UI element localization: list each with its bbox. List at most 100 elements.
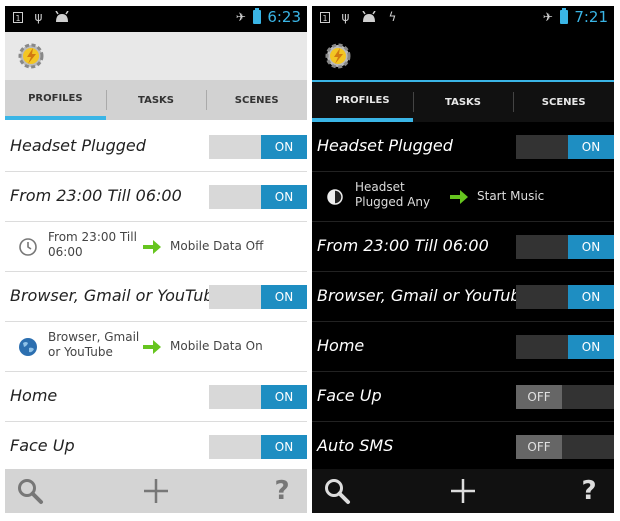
tab-profiles[interactable]: PROFILES [5,80,106,120]
task-label: Mobile Data On [170,339,263,353]
usb-icon: ψ [34,10,43,24]
arrow-right-icon [143,340,161,354]
battery-icon [560,8,569,24]
phone-dark-theme: 1 ψ ϟ ✈ 7:21 PROFILES TASKS SCENES Heads… [312,6,614,513]
airplane-icon: ✈ [542,10,553,24]
notification-count-icon: 1 [13,11,23,23]
task-label: Mobile Data Off [170,239,264,253]
context-label: From 23:00 Till 06:00 [48,230,137,259]
profile-toggle[interactable]: ON [209,185,307,209]
profile-name: Browser, Gmail or YouTube [10,286,224,305]
profile-row-browser[interactable]: Browser, Gmail or YouTube ON [5,272,307,322]
lightning-icon: ϟ [388,10,397,24]
search-icon[interactable] [322,476,352,506]
profile-toggle[interactable]: ON [516,235,614,259]
notification-count-icon: 1 [320,11,330,23]
profile-detail-browser[interactable]: Browser, Gmail or YouTube Mobile Data On [5,322,307,372]
arrow-right-icon [450,190,468,204]
profile-name: Auto SMS [317,436,394,455]
profile-row-time[interactable]: From 23:00 Till 06:00 ON [5,172,307,222]
profile-toggle[interactable]: ON [209,135,307,159]
context-label: Headset Plugged Any [355,180,431,209]
status-clock: 6:23 [267,8,301,26]
android-debug-icon [362,11,376,22]
profile-toggle[interactable]: ON [209,285,307,309]
profile-row-face-up[interactable]: Face Up ON [5,422,307,472]
profile-row-home[interactable]: Home ON [5,372,307,422]
search-icon[interactable] [15,476,45,506]
profile-name: Headset Plugged [317,136,453,155]
clock-icon [19,238,37,256]
profile-row-headset-plugged[interactable]: Headset Plugged ON [312,122,614,172]
profile-list: Headset Plugged ON From 23:00 Till 06:00… [5,122,307,472]
action-bar [5,32,307,80]
add-icon[interactable] [141,476,171,506]
toggle-state: OFF [516,435,562,459]
help-button[interactable]: ? [574,476,604,506]
profile-toggle[interactable]: ON [516,285,614,309]
android-debug-icon [55,11,69,22]
profile-toggle[interactable]: OFF [516,435,614,459]
bottom-bar: ? [5,469,307,513]
add-icon[interactable] [448,476,478,506]
profile-name: Browser, Gmail or YouTube [317,286,531,305]
bottom-bar: ? [312,469,614,513]
tab-profiles[interactable]: PROFILES [312,82,413,122]
profile-toggle[interactable]: ON [209,385,307,409]
toggle-state: ON [568,135,614,159]
toggle-state: ON [261,385,307,409]
help-icon: ? [274,476,290,506]
help-button[interactable]: ? [267,476,297,506]
task-label: Start Music [477,189,545,203]
profile-row-headset-plugged[interactable]: Headset Plugged ON [5,122,307,172]
half-circle-icon [327,189,343,205]
profile-name: Home [10,386,58,405]
toggle-state: ON [568,235,614,259]
toggle-state: OFF [516,385,562,409]
toggle-state: ON [568,335,614,359]
tab-bar: PROFILES TASKS SCENES [5,80,307,120]
context-label: Browser, Gmail or YouTube [48,330,140,359]
profile-row-time[interactable]: From 23:00 Till 06:00 ON [312,222,614,272]
tab-tasks[interactable]: TASKS [105,80,207,120]
profile-toggle[interactable]: OFF [516,385,614,409]
arrow-right-icon [143,240,161,254]
profile-detail-time[interactable]: From 23:00 Till 06:00 Mobile Data Off [5,222,307,272]
tab-tasks[interactable]: TASKS [412,82,514,122]
airplane-icon: ✈ [235,10,246,24]
profile-detail-headset[interactable]: Headset Plugged Any Start Music [312,172,614,222]
toggle-state: ON [261,285,307,309]
profile-name: From 23:00 Till 06:00 [10,186,182,205]
profile-list: Headset Plugged ON Headset Plugged Any S… [312,122,614,472]
profile-row-face-up[interactable]: Face Up OFF [312,372,614,422]
tab-bar: PROFILES TASKS SCENES [312,82,614,122]
globe-icon [19,338,37,356]
profile-name: From 23:00 Till 06:00 [317,236,489,255]
battery-icon [253,8,262,24]
profile-row-home[interactable]: Home ON [312,322,614,372]
toggle-state: ON [261,185,307,209]
profile-name: Face Up [10,436,75,455]
profile-row-browser[interactable]: Browser, Gmail or YouTube ON [312,272,614,322]
phone-light-theme: 1 ψ ✈ 6:23 PROFILES TASKS SCENES Headset… [5,6,307,513]
status-bar: 1 ψ ϟ ✈ 7:21 [312,6,614,32]
action-bar [312,32,614,82]
status-clock: 7:21 [574,8,608,26]
toggle-state: ON [261,135,307,159]
profile-name: Home [317,336,365,355]
status-bar: 1 ψ ✈ 6:23 [5,6,307,32]
tab-scenes[interactable]: SCENES [513,82,614,122]
help-icon: ? [581,476,597,506]
profile-name: Face Up [317,386,382,405]
tasker-app-icon[interactable] [322,40,354,72]
toggle-state: ON [261,435,307,459]
profile-name: Headset Plugged [10,136,146,155]
tab-scenes[interactable]: SCENES [206,80,307,120]
toggle-state: ON [568,285,614,309]
profile-toggle[interactable]: ON [516,135,614,159]
profile-toggle[interactable]: ON [209,435,307,459]
profile-toggle[interactable]: ON [516,335,614,359]
profile-row-auto-sms[interactable]: Auto SMS OFF [312,422,614,472]
usb-icon: ψ [341,10,350,24]
tasker-app-icon[interactable] [15,40,47,72]
